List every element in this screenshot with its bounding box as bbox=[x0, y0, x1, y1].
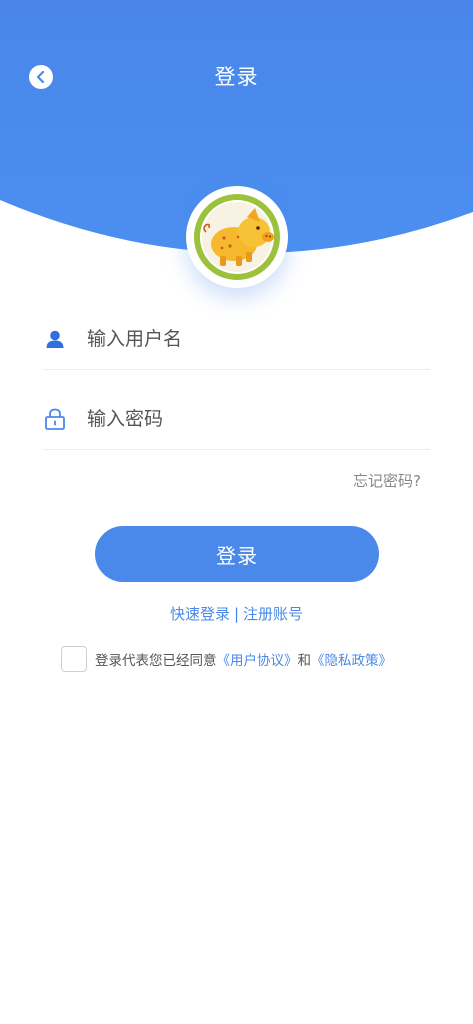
user-icon bbox=[44, 327, 66, 351]
lock-icon bbox=[44, 407, 66, 431]
agreement-row: 登录代表您已经同意 《用户协议》 和 《隐私政策》 bbox=[61, 646, 392, 672]
register-link[interactable]: 注册账号 bbox=[243, 605, 303, 623]
forgot-password-link[interactable]: 忘记密码? bbox=[353, 470, 421, 491]
agreement-text: 登录代表您已经同意 bbox=[95, 653, 217, 669]
agreement-checkbox[interactable] bbox=[61, 646, 87, 672]
avatar bbox=[186, 186, 288, 288]
pig-logo-icon bbox=[194, 194, 280, 280]
login-page: 登录 输入用户名 忘记密码? 登录 快速登录 | 注册账号 登录代表您已经同意 … bbox=[0, 0, 473, 1024]
quick-login-link[interactable]: 快速登录 bbox=[170, 605, 230, 623]
link-separator: | bbox=[233, 605, 240, 623]
quick-links: 快速登录 | 注册账号 bbox=[0, 603, 473, 624]
username-field bbox=[43, 309, 430, 370]
password-field bbox=[43, 389, 430, 450]
agreement-conjunction: 和 bbox=[297, 653, 312, 669]
user-agreement-link[interactable]: 《用户协议》 bbox=[217, 649, 298, 669]
password-input[interactable] bbox=[87, 408, 407, 430]
page-title: 登录 bbox=[214, 65, 259, 89]
username-input[interactable] bbox=[87, 328, 407, 350]
privacy-policy-link[interactable]: 《隐私政策》 bbox=[311, 649, 392, 669]
login-button[interactable]: 登录 bbox=[95, 526, 379, 582]
